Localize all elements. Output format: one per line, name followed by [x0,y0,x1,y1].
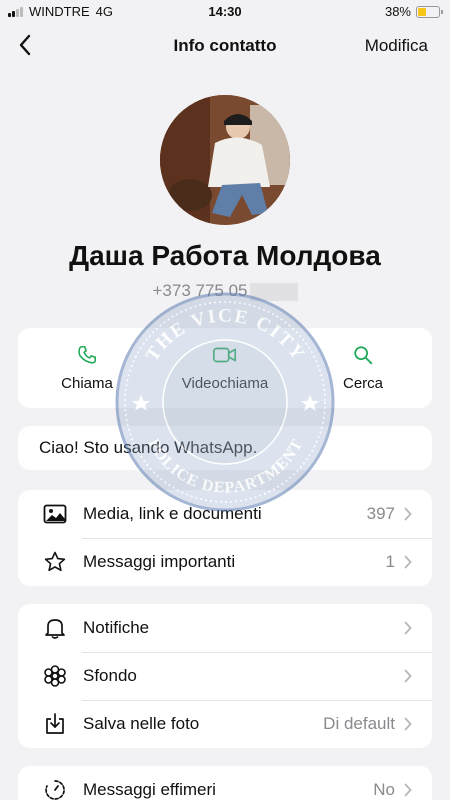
disappearing-label: Messaggi effimeri [83,780,216,799]
back-button[interactable] [10,30,40,60]
media-links-docs-row[interactable]: Media, link e documenti 397 [18,490,432,538]
clock: 14:30 [208,4,242,19]
star-icon [42,549,68,575]
disappearing-messages-row[interactable]: Messaggi effimeri No [18,766,432,800]
flower-icon [42,663,68,689]
bell-icon [42,615,68,641]
video-call-button[interactable]: Videochiama [156,328,294,408]
call-button[interactable]: Chiama [18,328,156,408]
media-label: Media, link e documenti [83,504,262,523]
settings-group: Notifiche Sfondo Salva nelle foto Di def… [18,604,432,748]
chevron-left-icon [19,34,31,56]
contact-avatar[interactable] [160,95,290,225]
avatar-photo [160,95,290,225]
chevron-right-icon [404,668,414,684]
wallpaper-label: Sfondo [83,666,137,685]
chevron-right-icon [404,554,414,570]
timer-icon [42,777,68,800]
search-button[interactable]: Cerca [294,328,432,408]
phone-icon [78,345,97,364]
about-status[interactable]: Ciao! Sto usando WhatsApp. [18,426,432,470]
starred-count: 1 [385,552,395,571]
contact-name: Даша Работа Молдова [69,240,381,271]
search-icon [354,346,373,365]
chevron-right-icon [404,716,414,732]
save-to-photos-label: Salva nelle foto [83,714,200,733]
chevron-right-icon [404,782,414,798]
privacy-group: Messaggi effimeri No [18,766,432,800]
phone-number: +373 775 05 [152,281,248,300]
starred-messages-row[interactable]: Messaggi importanti 1 [18,538,432,586]
media-group: Media, link e documenti 397 Messaggi imp… [18,490,432,586]
chevron-right-icon [404,620,414,636]
save-to-photos-row[interactable]: Salva nelle foto Di default [18,700,432,748]
notifications-row[interactable]: Notifiche [18,604,432,652]
disappearing-value: No [373,780,395,799]
download-icon [42,711,68,737]
action-buttons: Chiama Videochiama Cerca [18,328,432,408]
edit-button[interactable]: Modifica [365,36,428,56]
status-bar: WINDTRE 4G 14:30 38% [0,0,450,24]
video-call-label: Videochiama [181,375,269,392]
contact-phone[interactable]: +373 775 05 [0,281,450,301]
starred-label: Messaggi importanti [83,552,236,571]
video-icon [213,347,237,363]
search-label: Cerca [342,375,383,392]
save-to-photos-value: Di default [323,714,395,733]
chevron-right-icon [404,506,414,522]
nav-bar: Info contatto Modifica [0,28,450,64]
image-icon [42,501,68,527]
phone-redaction [249,282,298,301]
wallpaper-row[interactable]: Sfondo [18,652,432,700]
status-right: 38% [384,4,443,19]
notifications-label: Notifiche [83,618,150,637]
battery-icon [416,5,443,18]
media-count: 397 [366,504,395,523]
call-label: Chiama [61,375,113,392]
battery-percent: 38% [384,4,411,19]
